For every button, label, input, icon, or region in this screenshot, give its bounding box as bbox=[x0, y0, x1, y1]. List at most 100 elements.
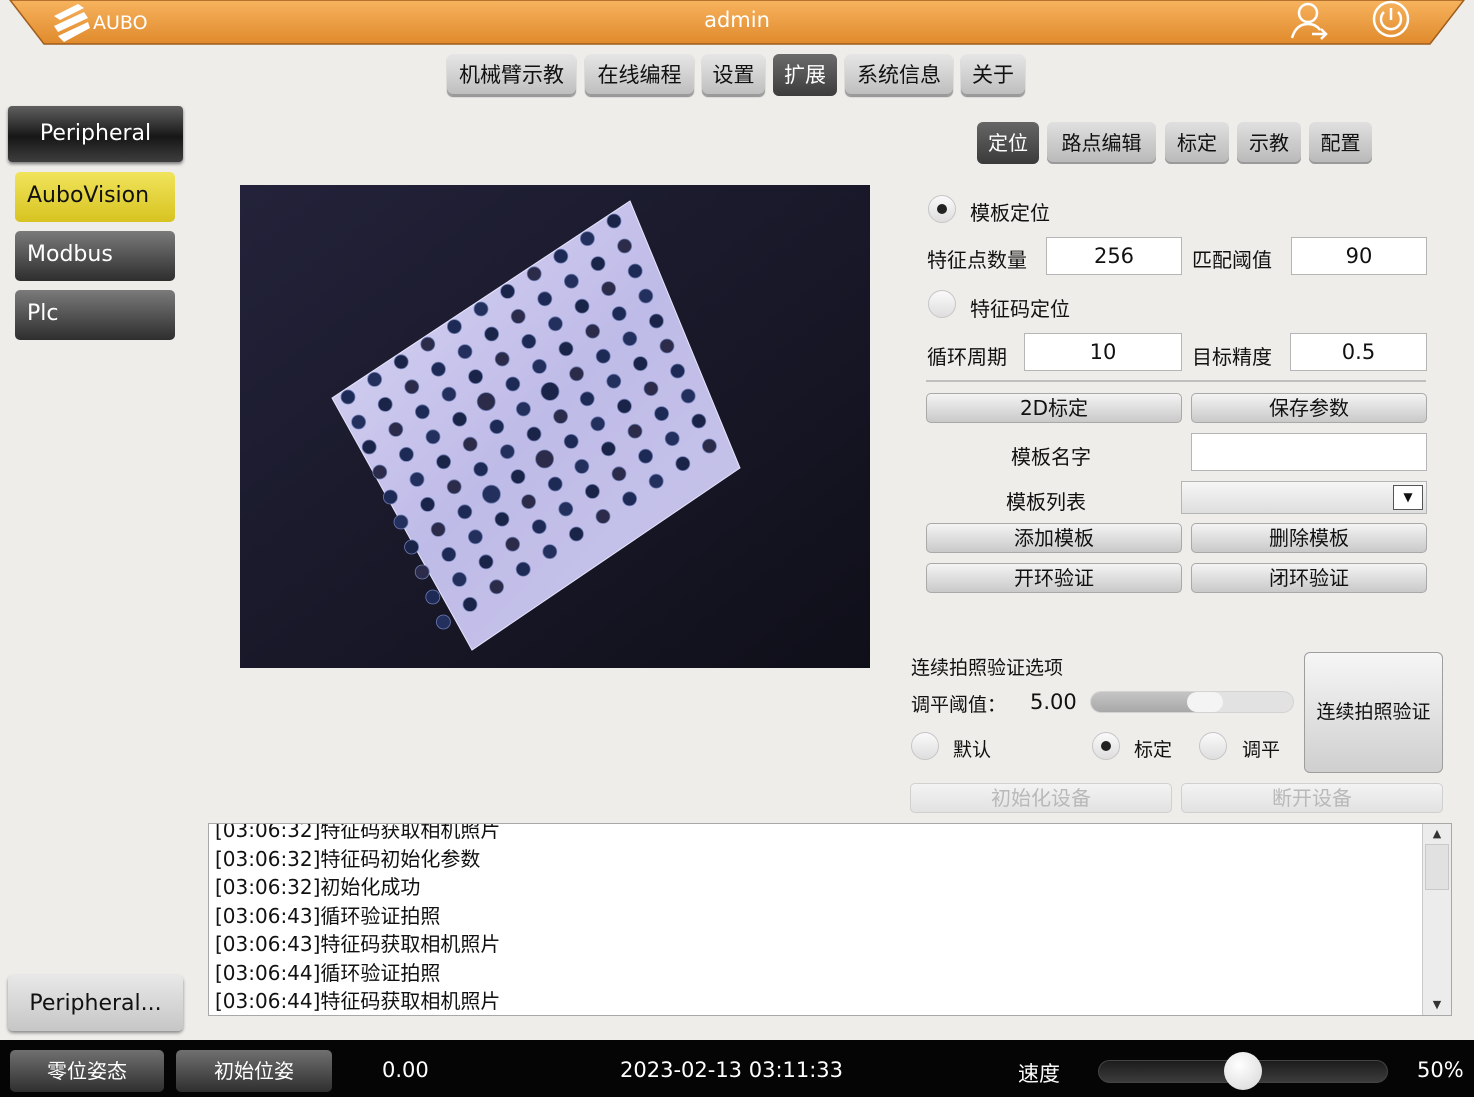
power-icon[interactable] bbox=[1370, 0, 1412, 40]
option-leveling-radio[interactable] bbox=[1199, 732, 1227, 760]
board-dot bbox=[537, 291, 553, 307]
log-line: [03:06:44]特征码获取相机照片 bbox=[215, 989, 501, 1013]
tab-robot-teach[interactable]: 机械臂示教 bbox=[447, 54, 576, 96]
template-name-input[interactable] bbox=[1191, 433, 1427, 471]
speed-label: 速度 bbox=[1018, 1062, 1060, 1086]
subtab-locate[interactable]: 定位 bbox=[977, 122, 1039, 164]
log-line: [03:06:44]循环验证拍照 bbox=[215, 960, 441, 985]
tab-extension[interactable]: 扩展 bbox=[773, 54, 837, 96]
add-template-button[interactable]: 添加模板 bbox=[926, 523, 1182, 553]
header-bar: AUBO admin bbox=[0, 0, 1474, 46]
match-threshold-input[interactable]: 90 bbox=[1291, 237, 1427, 275]
feature-code-locate-label: 特征码定位 bbox=[970, 297, 1070, 321]
board-dot bbox=[367, 371, 383, 387]
subtab-config[interactable]: 配置 bbox=[1309, 122, 1372, 164]
tab-about[interactable]: 关于 bbox=[961, 54, 1025, 96]
board-dot bbox=[420, 336, 436, 352]
divider bbox=[926, 380, 1426, 382]
board-dot bbox=[510, 469, 526, 485]
scroll-thumb[interactable] bbox=[1425, 844, 1449, 890]
board-dot bbox=[435, 614, 451, 630]
feature-count-input[interactable]: 256 bbox=[1046, 237, 1182, 275]
board-dot bbox=[414, 404, 430, 420]
board-dot bbox=[611, 306, 627, 322]
board-dot bbox=[377, 396, 393, 412]
speed-slider[interactable] bbox=[1098, 1052, 1388, 1090]
subtab-teach[interactable]: 示教 bbox=[1237, 122, 1301, 164]
save-params-button[interactable]: 保存参数 bbox=[1191, 393, 1427, 423]
board-dot bbox=[643, 381, 659, 397]
tab-system-info[interactable]: 系统信息 bbox=[845, 54, 953, 96]
chevron-down-icon[interactable]: ▼ bbox=[1393, 485, 1423, 510]
feature-count-label: 特征点数量 bbox=[927, 248, 1027, 272]
init-device-button[interactable]: 初始化设备 bbox=[910, 783, 1172, 813]
board-dot bbox=[558, 501, 574, 517]
board-dot bbox=[622, 331, 638, 347]
template-list-select[interactable]: ▼ bbox=[1181, 481, 1427, 514]
leveling-threshold-label: 调平阈值： bbox=[911, 694, 1007, 716]
sidebar-item-modbus[interactable]: Modbus bbox=[15, 231, 175, 281]
subtab-calibration[interactable]: 标定 bbox=[1165, 122, 1229, 164]
option-default-radio[interactable] bbox=[911, 732, 939, 760]
scroll-down-icon[interactable]: ▼ bbox=[1423, 995, 1451, 1015]
template-list-label: 模板列表 bbox=[1006, 490, 1086, 514]
board-dot bbox=[701, 438, 717, 454]
board-dot bbox=[398, 446, 414, 462]
subtab-waypoint-edit[interactable]: 路点编辑 bbox=[1047, 122, 1156, 164]
log-scrollbar[interactable]: ▲ ▼ bbox=[1422, 824, 1451, 1015]
continuous-capture-verify-button[interactable]: 连续拍照验证 bbox=[1304, 652, 1443, 773]
board-dot bbox=[563, 433, 579, 449]
tab-online-programming[interactable]: 在线编程 bbox=[585, 54, 694, 96]
calibration-2d-button[interactable]: 2D标定 bbox=[926, 393, 1182, 423]
board-dot bbox=[510, 308, 526, 324]
sidebar-item-plc[interactable]: Plc bbox=[15, 290, 175, 340]
board-dot bbox=[659, 338, 675, 354]
board-dot bbox=[531, 358, 547, 374]
leveling-threshold-slider[interactable] bbox=[1090, 691, 1294, 713]
speed-slider-handle[interactable] bbox=[1224, 1052, 1262, 1090]
template-locate-radio[interactable] bbox=[928, 195, 956, 223]
user-logout-icon[interactable] bbox=[1288, 0, 1332, 42]
delete-template-button[interactable]: 删除模板 bbox=[1191, 523, 1427, 553]
speed-value: 50% bbox=[1417, 1058, 1464, 1082]
tab-settings[interactable]: 设置 bbox=[702, 54, 765, 96]
board-dot bbox=[481, 484, 501, 504]
board-dot bbox=[553, 248, 569, 264]
board-dot bbox=[535, 449, 555, 469]
log-panel[interactable]: [03:06:32]特征码获取相机照片 [03:06:32]特征码初始化参数 [… bbox=[208, 823, 1452, 1016]
board-dot bbox=[547, 316, 563, 332]
continuous-options-title: 连续拍照验证选项 bbox=[911, 657, 1064, 679]
board-dot bbox=[500, 284, 516, 299]
peripheral-more-button[interactable]: Peripheral... bbox=[8, 975, 183, 1031]
zero-pose-button[interactable]: 零位姿态 bbox=[10, 1050, 164, 1092]
scroll-up-icon[interactable]: ▲ bbox=[1423, 824, 1451, 844]
option-calibration-radio[interactable] bbox=[1092, 732, 1120, 760]
board-dot bbox=[414, 564, 430, 580]
cycle-period-input[interactable]: 10 bbox=[1024, 333, 1182, 371]
init-pose-button[interactable]: 初始位姿 bbox=[176, 1050, 332, 1092]
board-dot bbox=[654, 406, 670, 422]
closed-loop-verify-button[interactable]: 闭环验证 bbox=[1191, 563, 1427, 593]
board-dot bbox=[622, 491, 638, 507]
option-calibration-label: 标定 bbox=[1134, 739, 1173, 761]
target-precision-input[interactable]: 0.5 bbox=[1290, 333, 1427, 371]
board-dot bbox=[595, 508, 611, 524]
board-dot bbox=[595, 348, 611, 364]
board-dot bbox=[611, 466, 627, 482]
cycle-period-label: 循环周期 bbox=[927, 345, 1007, 369]
log-line: [03:06:43]特征码获取相机照片 bbox=[215, 932, 501, 956]
open-loop-verify-button[interactable]: 开环验证 bbox=[926, 563, 1182, 593]
disconnect-device-button[interactable]: 断开设备 bbox=[1181, 783, 1443, 813]
board-dot bbox=[590, 416, 606, 432]
bottom-bar: 零位姿态 初始位姿 0.00 2023-02-13 03:11:33 速度 50… bbox=[0, 1040, 1474, 1097]
board-dot bbox=[601, 281, 617, 296]
board-dot bbox=[606, 373, 622, 389]
sidebar-header: Peripheral bbox=[8, 106, 183, 162]
board-dot bbox=[579, 391, 595, 407]
board-dot bbox=[494, 511, 510, 527]
slider-handle[interactable] bbox=[1187, 692, 1223, 712]
datetime-text: 2023-02-13 03:11:33 bbox=[620, 1058, 844, 1082]
board-dot bbox=[547, 476, 563, 492]
feature-code-locate-radio[interactable] bbox=[928, 290, 956, 318]
sidebar-item-aubovision[interactable]: AuboVision bbox=[15, 172, 175, 222]
